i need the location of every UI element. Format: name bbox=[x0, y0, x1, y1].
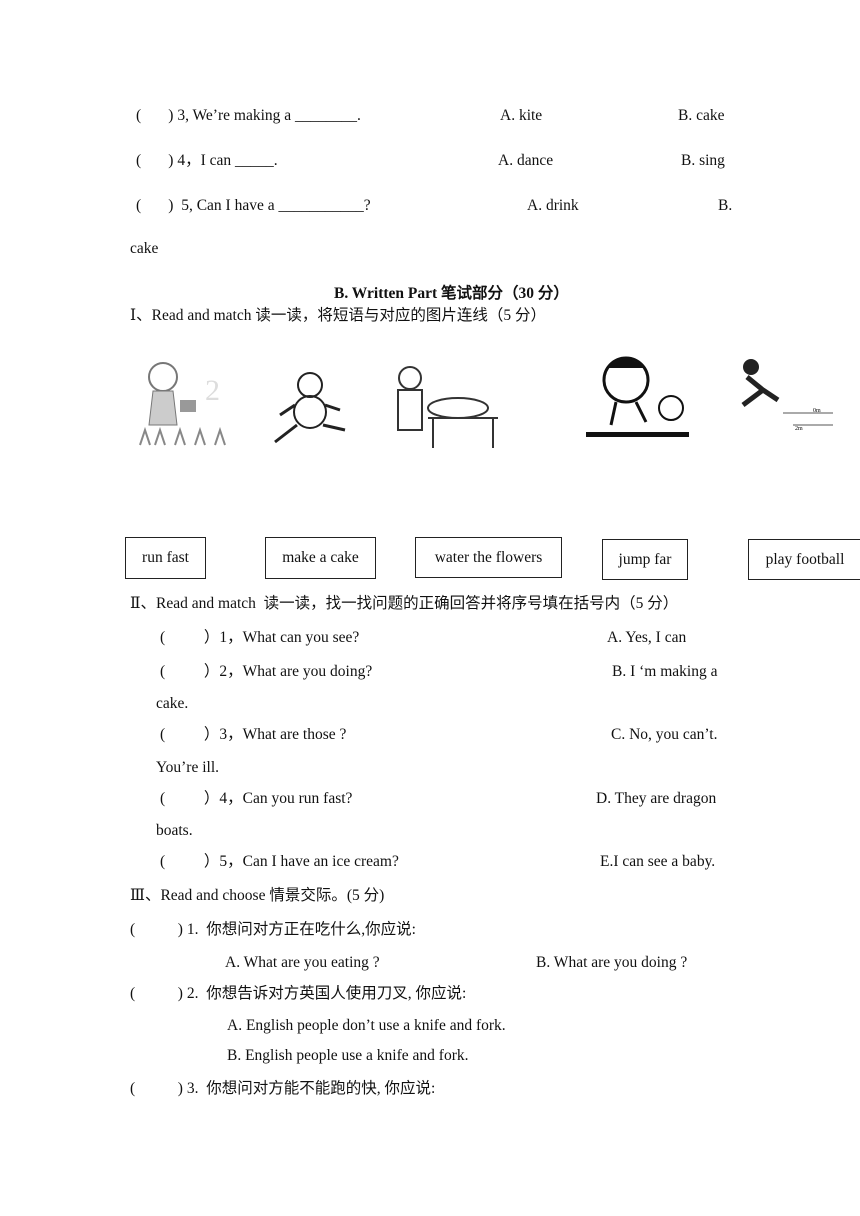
part2-answer-a: A. Yes, I can bbox=[607, 629, 687, 646]
section-title: B. Written Part 笔试部分（30 分） bbox=[334, 285, 569, 302]
part2-question-3: ( ）3，What are those ? bbox=[160, 726, 347, 743]
part3-question-3: ( ) 3. 你想问对方能不能跑的快, 你应说: bbox=[130, 1080, 436, 1097]
part3-q1-option-a: A. What are you eating ? bbox=[225, 954, 380, 971]
boy-jumping-image: 0m 2m bbox=[741, 359, 833, 430]
option-b: B. bbox=[718, 197, 733, 214]
part2-answer-b-wrap: cake. bbox=[156, 695, 189, 712]
svg-text:2: 2 bbox=[205, 374, 220, 407]
option-a: A. dance bbox=[498, 152, 554, 169]
part2-answer-d: D. They are dragon bbox=[596, 790, 717, 807]
boy-playing-football-image bbox=[586, 356, 689, 437]
part2-question-2: ( ）2，What are you doing? bbox=[160, 663, 373, 680]
part2-question-4: ( ）4，Can you run fast? bbox=[160, 790, 353, 807]
part1-heading: Ⅰ、Read and match 读一读，将短语与对应的图片连线（5 分） bbox=[130, 307, 546, 324]
phrase-water-the-flowers[interactable]: water the flowers bbox=[415, 537, 562, 578]
part3-heading: Ⅲ、Read and choose 情景交际。(5 分) bbox=[130, 887, 385, 904]
question-5: ( ) 5, Can I have a ___________? bbox=[136, 197, 371, 214]
option-b: B. cake bbox=[678, 107, 725, 124]
girl-watering-flowers-image: 2 bbox=[139, 362, 226, 446]
part2-answer-c: C. No, you can’t. bbox=[611, 726, 718, 743]
option-b-wrap: cake bbox=[130, 240, 159, 257]
part2-answer-d-wrap: boats. bbox=[156, 822, 193, 839]
svg-text:2m: 2m bbox=[795, 426, 803, 430]
boy-running-image bbox=[274, 372, 346, 444]
phrase-jump-far[interactable]: jump far bbox=[602, 539, 688, 580]
part2-heading: Ⅱ、Read and match 读一读，找一找问题的正确回答并将序号填在括号内… bbox=[130, 595, 679, 612]
chef-making-cake-image bbox=[397, 366, 498, 448]
part3-question-2: ( ) 2. 你想告诉对方英国人使用刀叉, 你应说: bbox=[130, 985, 467, 1002]
part2-question-1: ( ）1，What can you see? bbox=[160, 629, 360, 646]
part2-answer-e: E.I can see a baby. bbox=[600, 853, 716, 870]
svg-text:0m: 0m bbox=[813, 408, 821, 414]
option-b: B. sing bbox=[681, 152, 725, 169]
part3-q1-option-b: B. What are you doing ? bbox=[536, 954, 688, 971]
question-3: ( ) 3, We’re making a ________. bbox=[136, 107, 361, 124]
part2-answer-c-wrap: You’re ill. bbox=[156, 759, 220, 776]
option-a: A. drink bbox=[527, 197, 579, 214]
option-a: A. kite bbox=[500, 107, 543, 124]
phrase-run-fast[interactable]: run fast bbox=[125, 537, 206, 579]
part2-question-5: ( ）5，Can I have an ice cream? bbox=[160, 853, 399, 870]
part2-answer-b: B. I ‘m making a bbox=[612, 663, 718, 680]
question-4: ( ) 4，I can _____. bbox=[136, 152, 278, 169]
part3-q2-option-b: B. English people use a knife and fork. bbox=[227, 1047, 469, 1064]
part3-q2-option-a: A. English people don’t use a knife and … bbox=[227, 1017, 506, 1034]
phrase-make-a-cake[interactable]: make a cake bbox=[265, 537, 376, 579]
exam-page: ( ) 3, We’re making a ________. A. kite … bbox=[0, 0, 860, 1216]
phrase-play-football[interactable]: play football bbox=[748, 539, 860, 580]
part3-question-1: ( ) 1. 你想问对方正在吃什么,你应说: bbox=[130, 921, 416, 938]
